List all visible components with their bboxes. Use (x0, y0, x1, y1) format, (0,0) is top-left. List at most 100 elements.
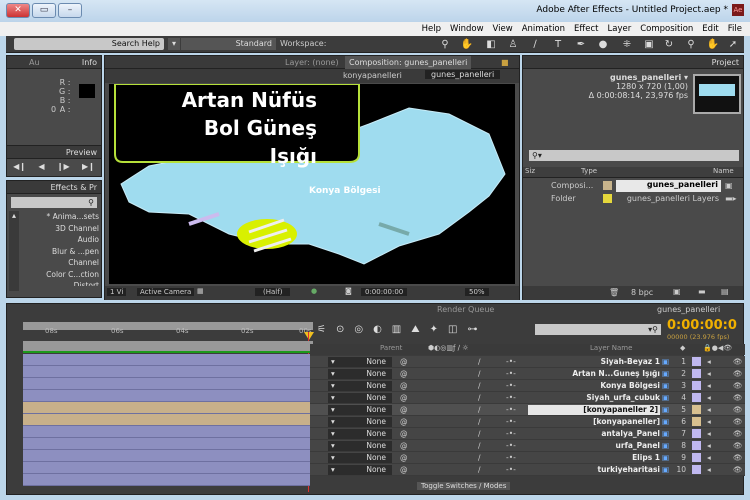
shy-switch[interactable]: -•- (506, 369, 516, 379)
col-layer-name[interactable]: Layer Name (590, 344, 632, 352)
next-frame-icon[interactable]: ❙▶ (57, 162, 70, 171)
motion-blur-switch[interactable]: ∕ (478, 393, 481, 403)
audio-tab[interactable]: Au (29, 58, 40, 67)
menu-window[interactable]: Window (450, 22, 484, 36)
new-folder-icon[interactable]: ▬ (698, 287, 706, 296)
pickwhip-icon[interactable]: @ (400, 393, 408, 403)
clone-stamp-icon[interactable]: ♙ (506, 38, 520, 51)
preview-tab[interactable]: Preview (66, 146, 97, 159)
effects-scrollbar[interactable]: ▴ (9, 211, 19, 291)
shy-switch[interactable]: -•- (506, 393, 516, 403)
rotate-tool-icon[interactable]: ↻ (662, 38, 676, 51)
zoom-tool-icon[interactable]: ⚲ (684, 38, 698, 51)
shy-switch[interactable]: -•- (506, 429, 516, 439)
shy-switch[interactable]: -•- (506, 417, 516, 427)
layer-name[interactable]: Siyah-Beyaz 1 (532, 357, 660, 367)
prev-frame-icon[interactable]: ◀❙ (13, 162, 26, 171)
new-comp-icon[interactable]: ▤ (721, 287, 729, 296)
shy-switch[interactable]: -•- (506, 357, 516, 367)
label-color[interactable] (692, 405, 701, 414)
layer-bar[interactable] (23, 450, 310, 462)
label-color[interactable] (692, 357, 701, 366)
label-color[interactable] (692, 465, 701, 474)
layer-row[interactable]: ▾ None @ ∕ -•- antalya_Panel ▣ 7 ◂ 👁 (310, 428, 745, 440)
timeline-switches-icons[interactable]: ⚟⊙◎◐▥⛰✦◫⊶ (317, 324, 487, 335)
effects-tab[interactable]: Effects & Pr (51, 181, 98, 194)
project-item[interactable]: Folder gunes_panelleri Layers ▬▸ (541, 193, 743, 205)
effects-search-input[interactable]: ⚲ (11, 197, 97, 208)
work-area-bar[interactable] (23, 322, 313, 330)
timeline-timecode[interactable]: 0:00:00:0 (667, 318, 737, 333)
layer-bar[interactable] (23, 402, 310, 414)
col-size[interactable]: Siz (525, 167, 535, 175)
text-tool-icon[interactable]: T (551, 38, 565, 51)
layer-bar[interactable] (23, 366, 310, 378)
layer-tab[interactable]: Layer: (none) (285, 56, 339, 69)
resolution-select[interactable]: (Half) (255, 288, 291, 296)
magnification-select[interactable]: 50% (465, 288, 489, 296)
pickwhip-icon[interactable]: @ (400, 441, 408, 451)
close-button[interactable]: ✕ (6, 3, 30, 18)
maximize-button[interactable]: ▭ (32, 3, 56, 18)
breadcrumb-konyapanelleri[interactable]: konyapanelleri (343, 71, 402, 80)
transparency-grid-icon[interactable]: ▦ (197, 287, 204, 295)
expand-arrow-icon[interactable]: ◂ (707, 381, 711, 391)
menu-layer[interactable]: Layer (608, 22, 632, 36)
pen-tool-icon[interactable]: ✒ (574, 38, 588, 51)
layer-name[interactable]: turkiyeharitasi (532, 465, 660, 475)
label-color[interactable] (692, 369, 701, 378)
expand-arrow-icon[interactable]: ◂ (707, 465, 711, 475)
effects-item[interactable]: 3D Channel (21, 223, 99, 235)
layer-bar[interactable] (23, 426, 310, 438)
snapshot-icon[interactable]: ◙ (345, 287, 352, 295)
last-frame-icon[interactable]: ▶❙ (82, 162, 95, 171)
parent-select[interactable]: ▾ None (328, 417, 392, 427)
layer-name[interactable]: Artan N...Guneş Işığı (532, 369, 660, 379)
col-parent[interactable]: Parent (380, 344, 402, 352)
layer-name[interactable]: Siyah_urfa_cubuk (532, 393, 660, 403)
eraser-tool-icon[interactable]: ◧ (484, 38, 498, 51)
expand-arrow-icon[interactable]: ◂ (707, 405, 711, 415)
label-color[interactable] (692, 417, 701, 426)
effects-item[interactable]: Blur & ...pen (21, 246, 99, 258)
layer-name[interactable]: Konya Bölgesi (532, 381, 660, 391)
layer-row[interactable]: ▾ None @ ∕ -•- Konya Bölgesi ▣ 3 ◂ 👁 (310, 380, 745, 392)
layer-bar[interactable] (23, 414, 310, 426)
interpret-footage-icon[interactable]: ▣ (673, 287, 681, 296)
info-tab[interactable]: Info (82, 56, 97, 69)
layer-row[interactable]: ▾ None @ ∕ -•- Artan N...Guneş Işığı ▣ 2… (310, 368, 745, 380)
visibility-eye-icon[interactable]: 👁 (733, 357, 743, 367)
menu-file[interactable]: File (728, 22, 742, 36)
pan-behind-icon[interactable]: ⁜ (620, 38, 634, 51)
composition-tab[interactable]: Composition: gunes_panelleri (345, 56, 472, 69)
expand-arrow-icon[interactable]: ◂ (707, 369, 711, 379)
visibility-eye-icon[interactable]: 👁 (733, 381, 743, 391)
motion-blur-switch[interactable]: ∕ (478, 453, 481, 463)
label-color[interactable] (692, 393, 701, 402)
parent-select[interactable]: ▾ None (328, 429, 392, 439)
parent-select[interactable]: ▾ None (328, 453, 392, 463)
minimize-button[interactable]: – (58, 3, 82, 18)
parent-select[interactable]: ▾ None (328, 369, 392, 379)
camera-tool-icon[interactable]: ▣ (642, 38, 656, 51)
parent-select[interactable]: ▾ None (328, 381, 392, 391)
pickwhip-icon[interactable]: @ (400, 453, 408, 463)
pickwhip-icon[interactable]: @ (400, 405, 408, 415)
visibility-eye-icon[interactable]: 👁 (733, 417, 743, 427)
layer-row[interactable]: ▾ None @ ∕ -•- [konyapaneller 2] ▣ 5 ◂ 👁 (310, 404, 745, 416)
camera-select[interactable]: Active Camera (137, 288, 195, 296)
visibility-eye-icon[interactable]: 👁 (733, 453, 743, 463)
label-color[interactable] (692, 441, 701, 450)
expand-arrow-icon[interactable]: ◂ (707, 417, 711, 427)
visibility-eye-icon[interactable]: 👁 (733, 393, 743, 403)
menu-effect[interactable]: Effect (574, 22, 598, 36)
effects-item[interactable]: Channel (21, 257, 99, 269)
expand-arrow-icon[interactable]: ◂ (707, 357, 711, 367)
layer-name[interactable]: urfa_Panel (532, 441, 660, 451)
time-navigator[interactable] (23, 341, 313, 351)
toggle-switches-modes-button[interactable]: Toggle Switches / Modes (417, 482, 511, 490)
parent-select[interactable]: ▾ None (328, 465, 392, 475)
layer-name[interactable]: Elips 1 (532, 453, 660, 463)
layer-bar[interactable] (23, 378, 310, 390)
project-item[interactable]: Composi... gunes_panelleri ▣ (541, 180, 743, 192)
